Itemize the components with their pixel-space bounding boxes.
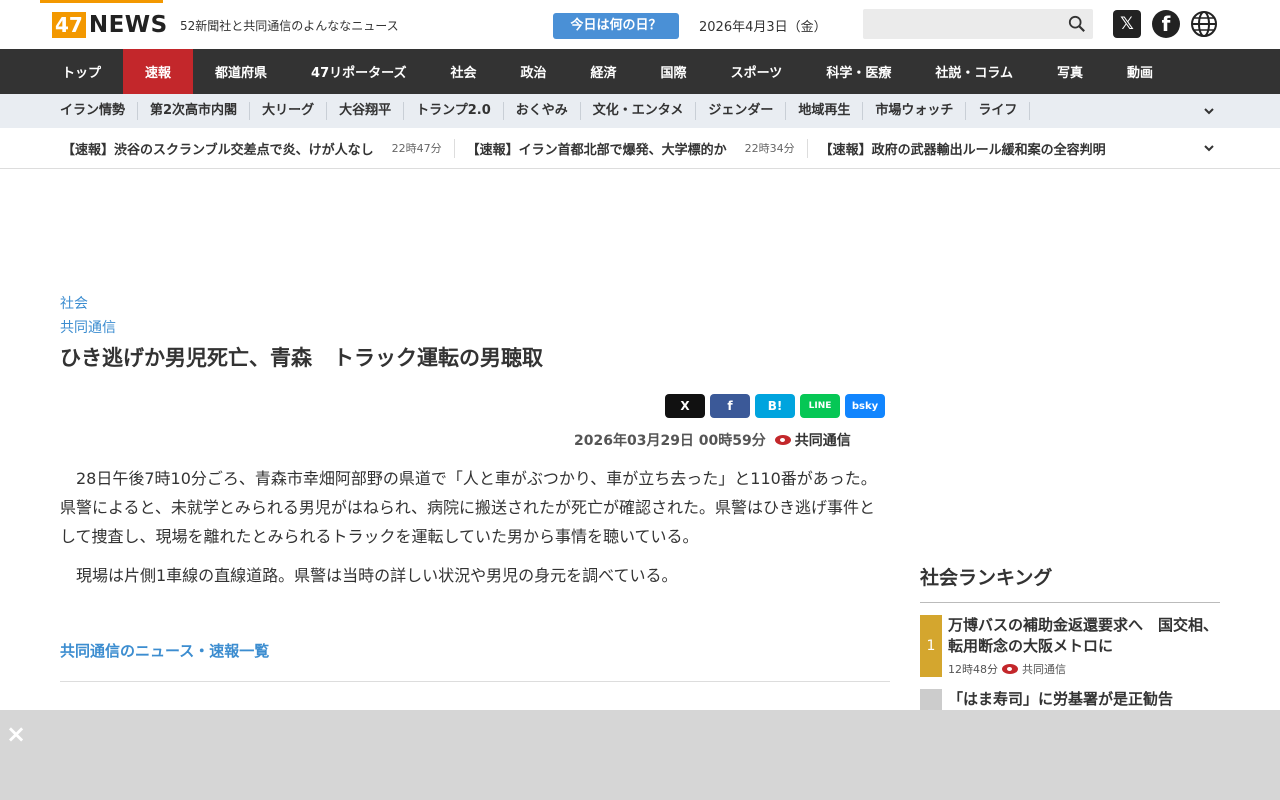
breaking-news-time: 22時47分 bbox=[391, 142, 442, 155]
topic-nav-item[interactable]: おくやみ bbox=[504, 102, 581, 120]
topic-nav-item[interactable]: 市場ウォッチ bbox=[863, 102, 967, 120]
breaking-news-item[interactable]: 【速報】渋谷のスクランブル交差点で炎、けが人なし 22時47分 bbox=[50, 138, 455, 158]
share-x-button[interactable]: X bbox=[665, 394, 705, 418]
ranking-item-title[interactable]: 万博バスの補助金返還要求へ 国交相、転用断念の大阪メトロに bbox=[948, 615, 1220, 657]
breaking-news-item[interactable]: 【速報】政府の武器輸出ルール緩和案の全容判明 bbox=[808, 139, 1118, 158]
article-title: ひき逃げか男児死亡、青森 トラック運転の男聴取 bbox=[60, 346, 543, 370]
breaking-news-bar: 【速報】渋谷のスクランブル交差点で炎、けが人なし 22時47分 【速報】イラン首都北… bbox=[0, 128, 1280, 169]
article: 社会 共同通信 ひき逃げか男児死亡、青森 トラック運転の男聴取 X f B! L… bbox=[60, 294, 890, 682]
article-paragraph: 現場は片側1車線の直線道路。県警は当時の詳しい状況や男児の身元を調べている。 bbox=[76, 566, 678, 585]
kyodo-logo-icon bbox=[774, 435, 791, 445]
article-paragraph: 28日午後7時10分ごろ、青森市幸畑阿部野の県道で「人と車がぶつかり、車が立ち去… bbox=[60, 469, 877, 546]
main-navigation: トップ 速報 都道府県 47リポーターズ 社会 政治 経済 国際 スポーツ 科学・医療 社説・コラム… bbox=[0, 49, 1280, 94]
topic-nav-item[interactable]: 大リーグ bbox=[250, 102, 328, 120]
main-nav-item[interactable]: 経済 bbox=[569, 49, 639, 94]
chevron-down-icon[interactable] bbox=[1204, 143, 1214, 153]
ranking-item[interactable]: 1 万博バスの補助金返還要求へ 国交相、転用断念の大阪メトロに 12時48分 共… bbox=[920, 615, 1220, 677]
article-meta: 2026年03月29日 00時59分 共同通信 bbox=[574, 430, 851, 450]
ranking-heading: 社会ランキング bbox=[920, 563, 1220, 603]
facebook-icon[interactable]: f bbox=[1152, 10, 1180, 38]
site-header: 47 NEWS 52新聞社と共同通信のよんななニュース 今日は何の日？ 2026… bbox=[0, 0, 1280, 49]
breaking-news-text[interactable]: 【速報】政府の武器輸出ルール緩和案の全容判明 bbox=[820, 139, 1106, 158]
main-nav-item[interactable]: トップ bbox=[40, 49, 123, 94]
topic-nav-item[interactable]: 第2次高市内閣 bbox=[138, 102, 251, 120]
topic-nav-item[interactable]: 文化・エンタメ bbox=[581, 102, 697, 120]
main-nav-item[interactable]: 科学・医療 bbox=[804, 49, 913, 94]
rank-badge bbox=[920, 689, 942, 710]
chevron-down-icon[interactable] bbox=[1204, 106, 1214, 116]
ranking-item[interactable]: 「はま寿司」に労基署が是正勧告 bbox=[920, 689, 1220, 710]
breaking-news-item[interactable]: 【速報】イラン首都北部で爆発、大学標的か 22時34分 bbox=[455, 138, 808, 158]
ranking-item-time: 12時48分 bbox=[948, 663, 998, 676]
main-nav-item[interactable]: 写真 bbox=[1035, 49, 1105, 94]
main-nav-item[interactable]: 都道府県 bbox=[193, 49, 289, 94]
publisher-name: 共同通信 bbox=[794, 433, 851, 449]
topic-nav-item[interactable]: トランプ2.0 bbox=[404, 102, 504, 120]
article-category-link[interactable]: 社会 bbox=[60, 294, 890, 314]
article-datetime: 2026年03月29日 00時59分 bbox=[574, 433, 766, 449]
rank-badge: 1 bbox=[920, 615, 942, 677]
search-icon[interactable] bbox=[1068, 15, 1086, 33]
main-nav-item[interactable]: 速報 bbox=[123, 49, 194, 94]
main-nav-item[interactable]: 動画 bbox=[1105, 49, 1175, 94]
ranking-item-publisher: 共同通信 bbox=[1022, 663, 1066, 676]
article-body: 28日午後7時10分ごろ、青森市幸畑阿部野の県道で「人と車がぶつかり、車が立ち去… bbox=[60, 464, 890, 600]
share-line-button[interactable]: LINE bbox=[800, 394, 840, 418]
kyodo-logo-icon bbox=[1002, 664, 1018, 674]
topic-nav-item[interactable]: イラン情勢 bbox=[48, 102, 139, 120]
share-facebook-button[interactable]: f bbox=[710, 394, 750, 418]
topic-nav-item[interactable]: 地域再生 bbox=[786, 102, 864, 120]
main-nav-item[interactable]: スポーツ bbox=[709, 49, 805, 94]
main-nav-item[interactable]: 国際 bbox=[639, 49, 709, 94]
logo-accent-bar bbox=[40, 0, 163, 3]
breaking-news-text[interactable]: 【速報】渋谷のスクランブル交差点で炎、けが人なし bbox=[62, 139, 374, 158]
site-logo[interactable]: 47 NEWS bbox=[52, 12, 168, 38]
topic-nav-item[interactable]: ジェンダー bbox=[696, 102, 787, 120]
globe-icon[interactable] bbox=[1190, 10, 1218, 38]
share-buttons: X f B! LINE bsky bbox=[665, 394, 885, 418]
logo-number: 47 bbox=[52, 12, 86, 38]
close-icon[interactable]: × bbox=[6, 720, 26, 748]
current-date: 2026年4月3日（金） bbox=[699, 20, 827, 35]
topic-nav-item[interactable]: 大谷翔平 bbox=[327, 102, 405, 120]
today-in-history-button[interactable]: 今日は何の日？ bbox=[553, 13, 679, 39]
share-hatena-button[interactable]: B! bbox=[755, 394, 795, 418]
article-publisher: 共同通信 bbox=[774, 430, 851, 450]
site-tagline: 52新聞社と共同通信のよんななニュース bbox=[180, 19, 399, 33]
main-nav-item[interactable]: 政治 bbox=[499, 49, 569, 94]
share-bluesky-button[interactable]: bsky bbox=[845, 394, 885, 418]
article-source-link[interactable]: 共同通信 bbox=[60, 318, 890, 338]
logo-word: NEWS bbox=[88, 12, 168, 38]
search-input[interactable] bbox=[863, 9, 1093, 39]
ranking-panel: 社会ランキング 1 万博バスの補助金返還要求へ 国交相、転用断念の大阪メトロに … bbox=[920, 563, 1220, 710]
ranking-item-title[interactable]: 「はま寿司」に労基署が是正勧告 bbox=[948, 689, 1173, 710]
breaking-news-time: 22時34分 bbox=[744, 142, 795, 155]
main-nav-item[interactable]: 社説・コラム bbox=[913, 49, 1035, 94]
breaking-news-text[interactable]: 【速報】イラン首都北部で爆発、大学標的か bbox=[467, 139, 727, 158]
main-nav-item[interactable]: 社会 bbox=[429, 49, 499, 94]
ranking-item-meta: 12時48分 共同通信 bbox=[948, 661, 1220, 677]
divider bbox=[60, 681, 890, 682]
bottom-ad-overlay: × bbox=[0, 710, 1280, 800]
topic-navigation: イラン情勢 第2次高市内閣 大リーグ 大谷翔平 トランプ2.0 おくやみ 文化・エンタメ ジェ… bbox=[0, 94, 1280, 128]
x-icon[interactable]: 𝕏 bbox=[1113, 10, 1141, 38]
topic-nav-item[interactable]: ライフ bbox=[966, 102, 1031, 120]
kyodo-news-list-link[interactable]: 共同通信のニュース・速報一覧 bbox=[60, 640, 269, 661]
main-nav-item[interactable]: 47リポーターズ bbox=[289, 49, 428, 94]
